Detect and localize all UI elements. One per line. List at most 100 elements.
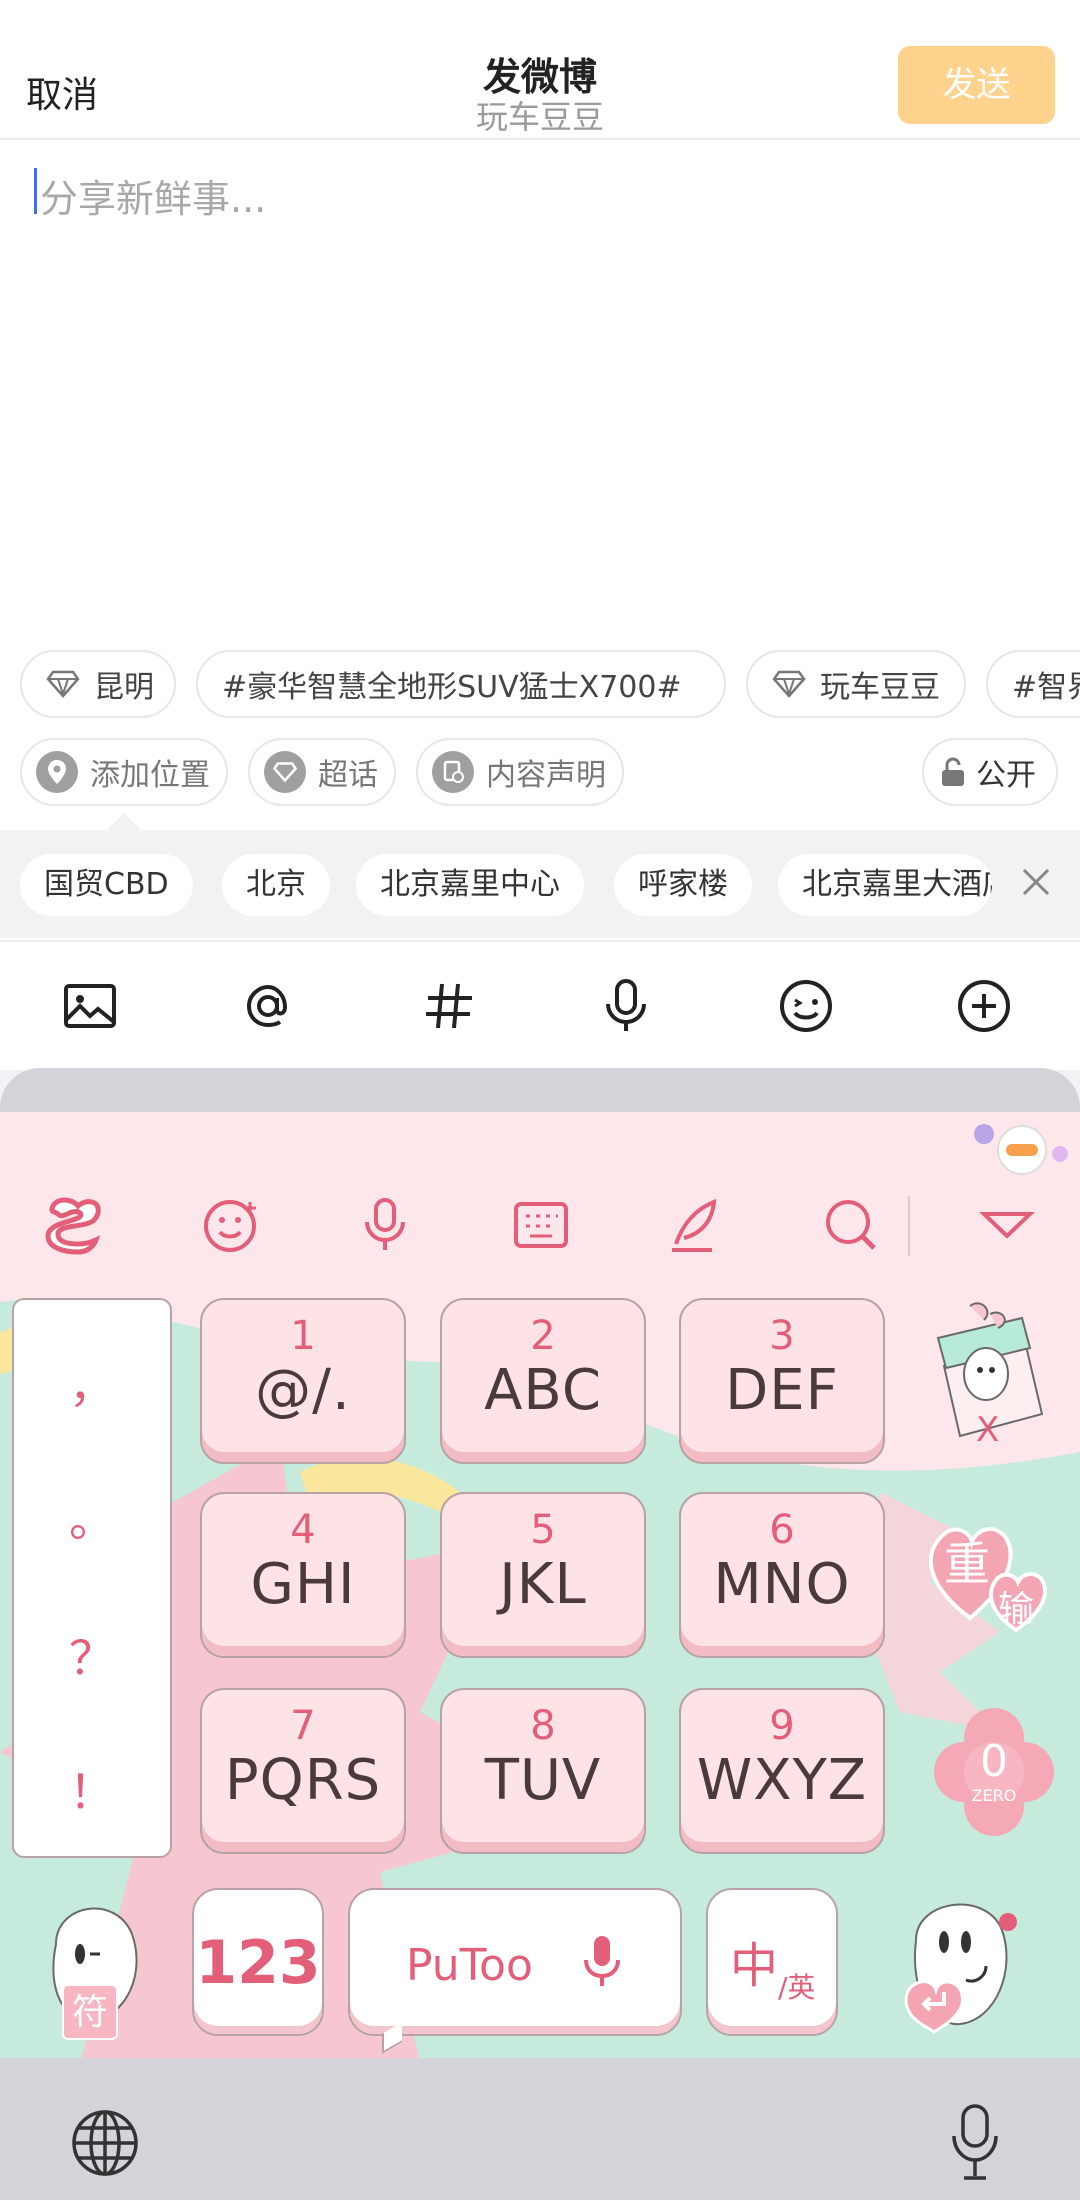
emoji-icon[interactable]	[776, 976, 836, 1036]
punctuation-key[interactable]: ？	[14, 1622, 170, 1688]
text-caret	[34, 168, 37, 214]
symbol-key[interactable]: 符	[36, 1884, 146, 2044]
punctuation-column: ， 。 ？ ！	[12, 1298, 172, 1858]
location-suggestion-strip: 国贸CBD 北京 北京嘉里中心 呼家楼 北京嘉里大酒店	[0, 830, 1080, 938]
key-letters: WXYZ	[696, 1748, 868, 1813]
visibility-button[interactable]: 公开	[922, 738, 1058, 806]
emoji-icon[interactable]	[196, 1190, 266, 1260]
key-number: 4	[290, 1507, 316, 1553]
supertopic-label: 超话	[318, 758, 378, 793]
lock-icon	[938, 753, 968, 791]
language-switch-key[interactable]: 中 /英	[706, 1888, 838, 2036]
plus-icon[interactable]	[954, 976, 1014, 1036]
add-location-button[interactable]: 添加位置	[20, 738, 228, 806]
language-sub-label: /英	[778, 1971, 816, 2004]
location-suggestion[interactable]: 呼家楼	[614, 854, 752, 916]
compose-placeholder: 分享新鲜事...	[40, 177, 267, 221]
key-letters: @/.	[255, 1358, 351, 1423]
location-suggestion[interactable]: 北京	[222, 854, 330, 916]
key-number: 8	[530, 1703, 556, 1749]
key-number: 3	[769, 1313, 795, 1359]
key-letters: ABC	[484, 1358, 602, 1423]
key-letters: PQRS	[224, 1748, 382, 1813]
location-suggestion[interactable]: 国贸CBD	[20, 854, 193, 916]
mascot-badge-icon[interactable]	[970, 1120, 1074, 1180]
heart-icon	[928, 1527, 1047, 1633]
compose-textarea[interactable]: 分享新鲜事...	[34, 162, 1044, 622]
topic-chip-kunming[interactable]: 昆明	[20, 650, 176, 718]
topic-chip-account[interactable]: 玩车豆豆	[746, 650, 966, 718]
zero-sub-label: ZERO	[971, 1786, 1017, 1805]
key-6[interactable]: 6 MNO	[679, 1492, 885, 1658]
at-icon[interactable]	[238, 976, 298, 1036]
topic-chip-label: #豪华智慧全地形SUV猛士X700#	[222, 670, 682, 705]
key-number: 6	[769, 1507, 795, 1553]
image-icon[interactable]	[60, 976, 120, 1036]
key-number: 5	[530, 1507, 556, 1553]
key-9[interactable]: 9 WXYZ	[679, 1688, 885, 1854]
content-statement-button[interactable]: 内容声明	[416, 738, 624, 806]
key-4[interactable]: 4 GHI	[200, 1492, 406, 1658]
microphone-icon	[582, 1934, 622, 1990]
number-mode-key[interactable]: 123	[192, 1888, 324, 2036]
sogou-logo-icon[interactable]	[40, 1190, 110, 1260]
key-7[interactable]: 7 PQRS	[200, 1688, 406, 1854]
diamond-icon	[264, 751, 306, 793]
microphone-icon[interactable]	[596, 976, 656, 1036]
punctuation-key[interactable]: ！	[14, 1756, 170, 1822]
key-letters: DEF	[725, 1358, 839, 1423]
enter-key[interactable]	[896, 1880, 1026, 2040]
topic-chip-hashtag[interactable]: #豪华智慧全地形SUV猛士X700#	[196, 650, 726, 718]
number-mode-label: 123	[195, 1928, 321, 1998]
retype-key[interactable]: 重 输	[920, 1508, 1060, 1638]
key-5[interactable]: 5 JKL	[440, 1492, 646, 1658]
key-number: 7	[290, 1703, 316, 1749]
language-main-label: 中	[730, 1938, 779, 1994]
punctuation-key[interactable]: 。	[14, 1484, 170, 1550]
keyboard-icon[interactable]	[506, 1190, 576, 1260]
diamond-icon	[46, 665, 80, 703]
microphone-icon[interactable]	[950, 2102, 1000, 2182]
send-button[interactable]: 发送	[898, 46, 1055, 124]
space-label: PuToo	[406, 1940, 533, 1991]
location-suggestion[interactable]: 北京嘉里大酒店	[778, 854, 992, 916]
key-number: 9	[769, 1703, 795, 1749]
topic-chip-label: 昆明	[94, 670, 154, 705]
compose-header: 取消 发微博 玩车豆豆 发送	[0, 0, 1080, 140]
zero-key[interactable]: 0 ZERO	[934, 1702, 1054, 1842]
key-letters: JKL	[499, 1552, 587, 1617]
compose-toolbar	[0, 940, 1080, 1068]
symbol-label: 符	[62, 1984, 118, 2040]
key-letters: TUV	[484, 1748, 602, 1813]
hashtag-icon[interactable]	[418, 976, 478, 1036]
zero-label: 0	[980, 1736, 1008, 1787]
delete-label: X	[976, 1410, 1000, 1450]
content-statement-label: 内容声明	[486, 758, 606, 793]
location-pin-icon	[36, 751, 78, 793]
topic-chip-hashtag-2[interactable]: #智界	[986, 650, 1080, 718]
topic-chip-label: 玩车豆豆	[820, 670, 940, 705]
retype-label: 重	[944, 1537, 990, 1591]
collapse-icon[interactable]	[972, 1190, 1042, 1260]
globe-icon[interactable]	[70, 2108, 140, 2178]
space-key[interactable]: PuToo	[348, 1888, 682, 2036]
key-letters: MNO	[713, 1552, 851, 1617]
topic-chip-row: 昆明 #豪华智慧全地形SUV猛士X700# 玩车豆豆 #智界	[0, 650, 1080, 720]
pen-icon[interactable]	[662, 1190, 732, 1260]
diamond-icon	[772, 665, 806, 703]
key-number: 2	[530, 1313, 556, 1359]
supertopic-button[interactable]: 超话	[248, 738, 396, 806]
topic-chip-label: #智界	[1012, 670, 1080, 705]
key-1[interactable]: 1 @/.	[200, 1298, 406, 1464]
key-letters: GHI	[250, 1552, 356, 1617]
location-suggestion[interactable]: 北京嘉里中心	[356, 854, 584, 916]
key-8[interactable]: 8 TUV	[440, 1688, 646, 1854]
key-3[interactable]: 3 DEF	[679, 1298, 885, 1464]
close-suggestions-icon[interactable]	[1018, 864, 1054, 900]
retype-label: 输	[998, 1589, 1035, 1630]
microphone-icon[interactable]	[350, 1190, 420, 1260]
delete-key[interactable]: X	[930, 1296, 1050, 1466]
key-2[interactable]: 2 ABC	[440, 1298, 646, 1464]
search-icon[interactable]	[816, 1190, 886, 1260]
punctuation-key[interactable]: ，	[14, 1350, 170, 1416]
